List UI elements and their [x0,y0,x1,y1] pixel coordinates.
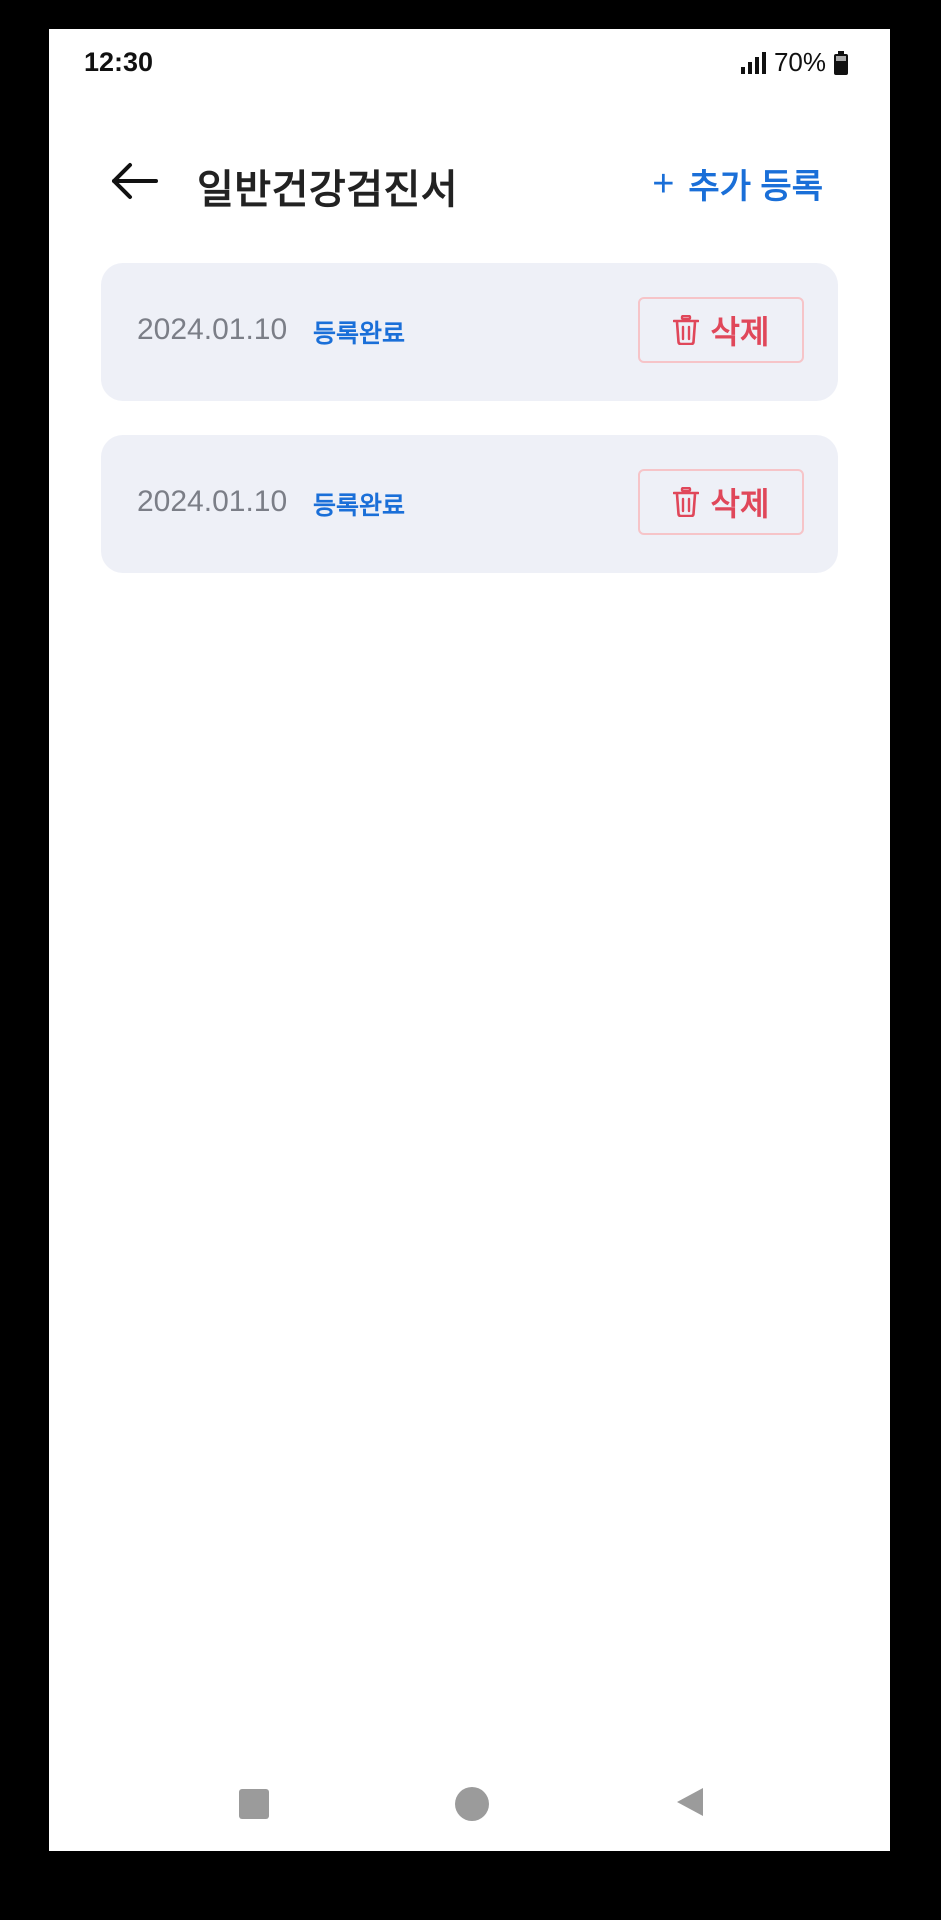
circle-icon [455,1787,489,1821]
add-registration-button[interactable]: + 추가 등록 [652,159,823,208]
back-button[interactable] [104,153,164,213]
app-screen: 12:30 70% 일반건강검진서 + 추가 등록 2024.01.10 등록완… [49,29,890,1851]
app-header: 일반건강검진서 + 추가 등록 [49,129,890,241]
cellular-signal-icon [740,51,766,75]
record-card: 2024.01.10 등록완료 삭제 [101,435,838,573]
plus-icon: + [652,162,675,205]
page-title: 일반건강검진서 [197,168,459,212]
status-indicators: 70% [740,47,848,78]
record-date: 2024.01.10 [137,313,288,346]
battery-icon [834,50,848,75]
square-icon [239,1789,269,1819]
record-card: 2024.01.10 등록완료 삭제 [101,263,838,401]
delete-label: 삭제 [710,314,770,350]
battery-percent: 70% [773,47,826,77]
delete-button[interactable]: 삭제 [638,297,804,363]
record-status: 등록완료 [313,492,406,520]
delete-label: 삭제 [710,486,770,522]
status-bar: 12:30 70% [49,29,890,99]
system-back-button[interactable] [660,1774,720,1834]
status-time: 12:30 [84,47,154,77]
add-registration-label: 추가 등록 [688,168,823,206]
system-navigation-bar [49,1774,890,1851]
trash-icon [672,314,699,346]
triangle-back-icon [675,1786,705,1823]
record-status: 등록완료 [313,320,406,348]
record-list: 2024.01.10 등록완료 삭제 2024.01.10 등록완료 삭제 [101,263,838,607]
home-button[interactable] [442,1774,502,1834]
record-date: 2024.01.10 [137,485,288,518]
trash-icon [672,486,699,518]
recents-button[interactable] [224,1774,284,1834]
delete-button[interactable]: 삭제 [638,469,804,535]
arrow-left-icon [110,161,158,206]
